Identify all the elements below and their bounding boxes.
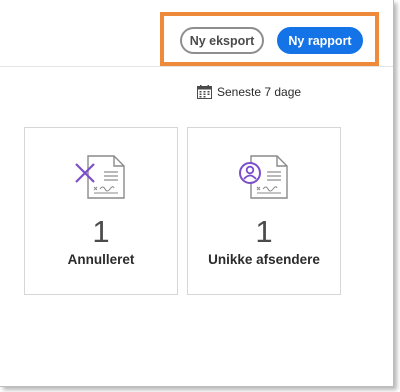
date-range-label: Seneste 7 dage [217, 85, 302, 99]
cancelled-card[interactable]: 1 Annulleret [24, 127, 178, 295]
unique-senders-count: 1 [255, 214, 273, 249]
unique-sender-document-icon [239, 155, 288, 199]
cancelled-count: 1 [92, 214, 110, 249]
unique-senders-card[interactable]: 1 Unikke afsendere [187, 127, 341, 295]
app-window: Ny eksport Ny rapport Seneste 7 dage 1 A… [0, 0, 394, 387]
top-toolbar: Ny eksport Ny rapport [0, 0, 393, 67]
date-range-filter[interactable]: Seneste 7 dage [197, 84, 301, 100]
cancelled-document-icon [75, 155, 125, 199]
unique-senders-label: Unikke afsendere [208, 252, 320, 267]
calendar-icon [197, 85, 212, 99]
new-report-button[interactable]: Ny rapport [277, 27, 363, 54]
cancelled-label: Annulleret [67, 252, 135, 267]
new-export-button[interactable]: Ny eksport [180, 27, 264, 54]
